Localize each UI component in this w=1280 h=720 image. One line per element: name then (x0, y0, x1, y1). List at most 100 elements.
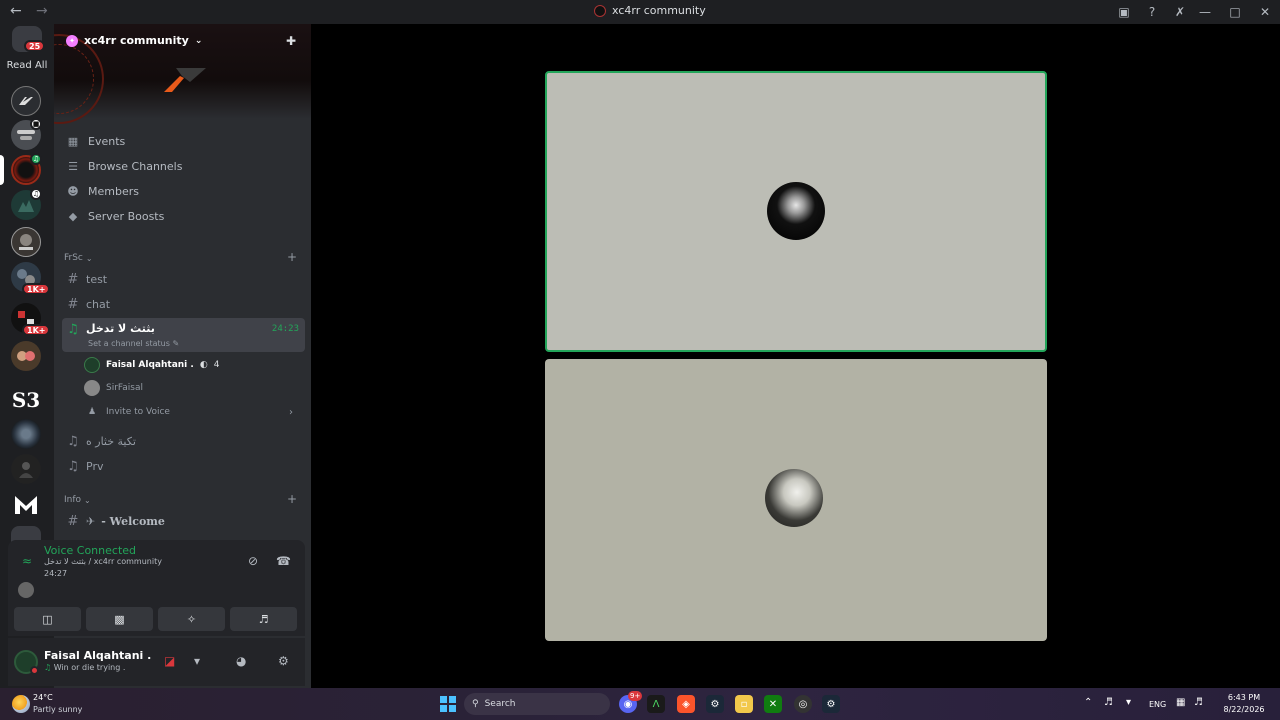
avatar (84, 380, 100, 396)
help-icon[interactable]: ? (1144, 4, 1160, 20)
user-name[interactable]: Faisal Alqahtani . (44, 649, 151, 662)
streamer-mode-icon[interactable]: ◪ (164, 654, 175, 668)
weather-condition[interactable]: Partly sunny (33, 705, 82, 714)
participant-avatar (765, 469, 823, 527)
voice-connected-subtitle[interactable]: بثتث لا تدخل / xc4rr community (44, 557, 162, 566)
chevron-down-icon: ⌄ (84, 495, 91, 505)
hash-icon: # (67, 513, 79, 529)
noise-suppression-icon[interactable]: ⊘ (248, 554, 258, 568)
signal-icon[interactable]: ≈ (22, 554, 32, 568)
nav-item-browse-channels[interactable]: ☰ Browse Channels (62, 155, 303, 177)
boost-icon: ✦ (66, 34, 78, 47)
server-icon-5[interactable] (11, 227, 41, 257)
category-frsc[interactable]: FrSc ⌄ + (64, 250, 301, 266)
window-title-text: xc4rr community (612, 4, 706, 17)
notification-icon: ■ (30, 118, 42, 130)
soundboard-icon[interactable]: ♬ (230, 607, 297, 631)
nav-item-server-boosts[interactable]: ◆ Server Boosts (62, 205, 303, 227)
voice-user[interactable]: SirFaisal (84, 377, 299, 399)
channel-label: test (86, 272, 108, 286)
server-icon-m[interactable] (11, 490, 41, 520)
screen-share-icon[interactable]: ▩ (86, 607, 153, 631)
add-member-icon[interactable]: ✚ (286, 34, 302, 50)
avatar (18, 582, 34, 598)
microphone-icon[interactable]: ▾ (1126, 697, 1131, 708)
back-arrow-icon[interactable]: ← (10, 3, 22, 19)
taskbar-search[interactable]: ⚲ Search (464, 693, 610, 715)
headphones-icon[interactable]: ◕ (236, 654, 246, 668)
channel-label: Prv (86, 459, 104, 473)
tools-icon[interactable]: ✗ (1172, 4, 1188, 20)
channel-test[interactable]: # test (62, 268, 305, 290)
speaker-icon[interactable]: ♬ (1104, 697, 1113, 708)
forward-arrow-icon[interactable]: → (36, 3, 48, 19)
user-panel: Faisal Alqahtani . ♫ Win or die trying .… (8, 638, 305, 686)
create-channel-icon[interactable]: + (287, 492, 297, 506)
server-badge: 1K+ (22, 283, 51, 295)
user-status-text: Win or die trying . (53, 663, 126, 672)
voice-user-name: Faisal Alqahtani . (106, 360, 194, 370)
window-title: xc4rr community (594, 4, 706, 17)
server-icon-8[interactable] (11, 341, 41, 371)
disconnect-icon[interactable]: ☎ (276, 554, 291, 568)
channel-voice-active[interactable]: ♫ بثتث لا تدخل 24:23 Set a channel statu… (62, 318, 305, 352)
speaker-icon: ♫ (67, 433, 79, 449)
nav-item-members[interactable]: ☻ Members (62, 180, 303, 202)
category-label: FrSc (64, 253, 83, 263)
terminal-icon[interactable]: Λ (647, 695, 665, 713)
nav-item-events[interactable]: ▦ Events (62, 130, 303, 152)
camera-off-icon[interactable]: ◫ (14, 607, 81, 631)
voice-connected-title[interactable]: Voice Connected (44, 544, 136, 557)
create-channel-icon[interactable]: + (287, 250, 297, 264)
network-icon[interactable]: ▦ (1176, 697, 1185, 708)
chevron-right-icon: › (289, 406, 293, 418)
server-icon-s3[interactable]: S3 (11, 385, 41, 415)
channel-status-label: Set a channel status (88, 339, 170, 348)
close-icon[interactable]: ✕ (1250, 0, 1280, 24)
channel-chat[interactable]: # chat (62, 293, 305, 315)
discord-badge: 9+ (628, 691, 643, 701)
category-info[interactable]: Info ⌄ + (64, 492, 301, 508)
server-name-header[interactable]: ✦ xc4rr community ⌄ (66, 34, 202, 47)
volume-icon[interactable]: ♬ (1194, 697, 1203, 708)
pencil-icon: ✎ (172, 339, 180, 348)
read-all-badge: 25 (24, 40, 46, 52)
taskbar-clock[interactable]: 6:43 PM 8/22/2026 (1214, 692, 1274, 716)
chevron-up-icon[interactable]: ⌃ (1084, 697, 1092, 708)
steam-icon[interactable]: ⚙ (706, 695, 724, 713)
maximize-icon[interactable]: □ (1220, 0, 1250, 24)
stream-count: 4 (213, 360, 220, 370)
steam-icon[interactable]: ⚙ (822, 695, 840, 713)
weather-temperature[interactable]: 24°C (33, 693, 53, 702)
channel-voice-2[interactable]: ♫ تكية خثار ه (62, 430, 305, 452)
minimize-icon[interactable]: — (1190, 0, 1220, 24)
weather-icon[interactable] (12, 695, 30, 713)
channel-welcome[interactable]: # ✈ - Welcome (62, 510, 305, 532)
language-indicator[interactable]: ENG (1149, 700, 1166, 709)
channel-prv[interactable]: ♫ Prv (62, 455, 305, 477)
speaker-icon: ♫ (67, 458, 79, 474)
nav-item-label: Browse Channels (88, 159, 183, 173)
server-icon-11[interactable] (11, 454, 41, 484)
inbox-icon[interactable]: ▣ (1116, 4, 1132, 20)
chrome-icon[interactable]: ◎ (794, 695, 812, 713)
invite-to-voice[interactable]: ♟ Invite to Voice › (84, 401, 299, 423)
hash-icon: # (67, 296, 79, 312)
xbox-icon[interactable]: ✕ (764, 695, 782, 713)
brave-icon[interactable]: ◈ (677, 695, 695, 713)
activities-icon[interactable]: ✧ (158, 607, 225, 631)
voice-user[interactable]: Faisal Alqahtani . ◐ 4 (84, 354, 299, 376)
server-icon-10[interactable] (11, 419, 41, 449)
server-icon-1[interactable] (11, 86, 41, 116)
microphone-icon[interactable]: ▾ (194, 654, 200, 668)
folder-icon[interactable]: ▫ (735, 695, 753, 713)
video-tile-2[interactable] (545, 359, 1047, 641)
read-all-label[interactable]: Read All (0, 60, 54, 71)
start-button[interactable] (440, 696, 456, 712)
channel-status-link[interactable]: Set a channel status ✎ (88, 339, 179, 348)
speaker-icon: ♫ (44, 663, 52, 672)
calendar-icon: ▦ (67, 134, 79, 148)
voice-action-buttons: ◫ ▩ ✧ ♬ (14, 607, 297, 631)
gear-icon[interactable]: ⚙ (278, 654, 289, 668)
video-tile-1[interactable] (545, 71, 1047, 352)
